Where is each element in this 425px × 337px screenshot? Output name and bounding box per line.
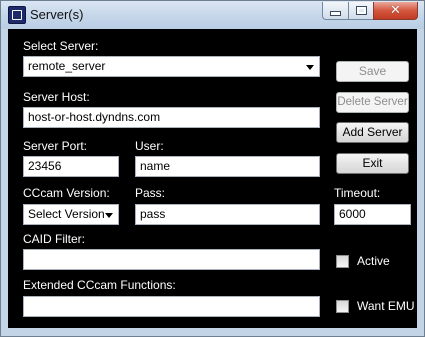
server-window: Server(s) ✕ Select Server: remote_server…	[0, 0, 425, 337]
cccam-version-label: CCcam Version:	[23, 186, 110, 200]
minimize-button[interactable]	[322, 2, 349, 20]
server-host-label: Server Host:	[23, 90, 90, 104]
caid-filter-input[interactable]	[23, 249, 320, 270]
add-server-button[interactable]: Add Server	[336, 122, 409, 143]
user-input[interactable]: name	[135, 156, 320, 177]
dropdown-arrow-icon	[105, 213, 113, 218]
server-select-value: remote_server	[28, 59, 106, 73]
server-port-input[interactable]: 23456	[23, 156, 119, 177]
cccam-version-select[interactable]: Select Version	[23, 204, 119, 225]
cccam-version-value: Select Version	[28, 207, 105, 221]
server-select[interactable]: remote_server	[23, 56, 320, 77]
active-checkbox[interactable]	[336, 255, 349, 268]
app-icon	[8, 6, 26, 24]
save-button[interactable]: Save	[336, 61, 409, 82]
active-label: Active	[357, 254, 390, 268]
delete-server-button[interactable]: Delete Server	[336, 92, 409, 113]
select-server-label: Select Server:	[23, 39, 99, 53]
want-emu-label: Want EMU	[357, 299, 415, 313]
caid-filter-label: CAID Filter:	[23, 232, 86, 246]
close-button[interactable]: ✕	[373, 2, 418, 20]
pass-label: Pass:	[135, 186, 166, 200]
server-host-input[interactable]: host-or-host.dyndns.com	[23, 107, 320, 128]
minimize-icon	[330, 11, 341, 16]
maximize-button[interactable]	[348, 2, 374, 20]
extended-functions-input[interactable]	[23, 296, 320, 317]
exit-button[interactable]: Exit	[336, 153, 409, 174]
window-title: Server(s)	[30, 7, 84, 22]
close-icon: ✕	[390, 3, 401, 18]
title-bar[interactable]: Server(s) ✕	[1, 1, 424, 29]
pass-input[interactable]: pass	[135, 204, 320, 225]
extended-functions-label: Extended CCcam Functions:	[23, 278, 176, 292]
dropdown-arrow-icon	[306, 65, 314, 70]
maximize-icon	[355, 6, 367, 15]
server-port-label: Server Port:	[23, 139, 88, 153]
want-emu-checkbox[interactable]	[336, 300, 349, 313]
client-area: Select Server: remote_server Server Host…	[8, 29, 417, 328]
timeout-input[interactable]: 6000	[334, 204, 411, 225]
user-label: User:	[135, 139, 164, 153]
timeout-label: Timeout:	[334, 186, 381, 200]
